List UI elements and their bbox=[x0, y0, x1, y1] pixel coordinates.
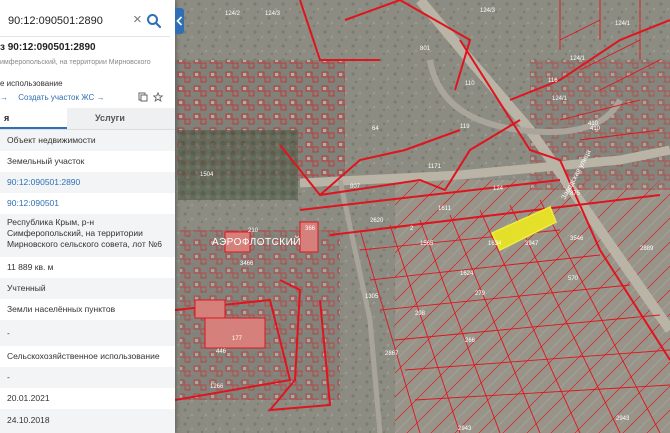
parcel-label: 1634 bbox=[488, 241, 502, 247]
parcel-label: 124/1 bbox=[552, 96, 568, 102]
parcel-label: 124 bbox=[493, 186, 504, 192]
parcel-label: 279 bbox=[475, 291, 486, 297]
tree-area bbox=[178, 130, 298, 200]
tab-info[interactable]: я bbox=[0, 108, 67, 129]
parcel-label: 1504 bbox=[200, 172, 214, 178]
tab-services-label: Услуги bbox=[95, 113, 125, 123]
parcel-label: 807 bbox=[350, 184, 361, 190]
parcel-label: 119 bbox=[460, 124, 470, 130]
list-item: - bbox=[0, 367, 175, 388]
parcel-label: 2867 bbox=[385, 351, 399, 357]
parcel-label: 116 bbox=[548, 78, 558, 84]
create-parcel-link[interactable]: Создать участок ЖС → bbox=[18, 93, 104, 102]
search-input[interactable]: 90:12:090501:2890 bbox=[8, 15, 103, 27]
parcel-label: 366 bbox=[305, 226, 316, 232]
list-item: Земельный участок bbox=[7, 156, 85, 166]
list-item: - bbox=[0, 320, 175, 346]
parcel-label: 3546 bbox=[570, 236, 584, 242]
info-panel: 90:12:090501:2890 × з 90:12:090501:2890 … bbox=[0, 0, 175, 433]
object-subtitle: имферопольский, на территории Мирновског… bbox=[0, 59, 151, 66]
parcel-label: 266 bbox=[465, 338, 476, 344]
parcel-label: 2620 bbox=[370, 218, 384, 224]
parcel-label: 210 bbox=[248, 228, 259, 234]
list-item-link[interactable]: 90:12:090501:2890 bbox=[0, 172, 175, 193]
parcel-label: 1611 bbox=[438, 206, 452, 212]
parcel-label: 1171 bbox=[428, 164, 442, 170]
parcel-label: 1305 bbox=[365, 294, 379, 300]
parcel-label: 2943 bbox=[616, 416, 630, 422]
parcel-label: 110 bbox=[465, 81, 475, 87]
permitted-use-label: е использование bbox=[0, 79, 63, 88]
chevron-left-icon bbox=[176, 16, 183, 26]
tab-services[interactable]: Услуги bbox=[67, 108, 175, 129]
tab-bar: я Услуги bbox=[0, 108, 175, 130]
list-item: Земли населённых пунктов bbox=[7, 304, 116, 314]
parcel-label: 124/3 bbox=[480, 8, 496, 14]
search-bar: 90:12:090501:2890 × bbox=[0, 6, 170, 37]
parcel-label: 1266 bbox=[210, 384, 224, 390]
parcel-label: 801 bbox=[420, 46, 431, 52]
list-item: 20.01.2021 bbox=[7, 393, 50, 403]
parcel-label: 64 bbox=[372, 126, 379, 132]
parcel-label: 1624 bbox=[460, 271, 474, 277]
parcel-label: 875 bbox=[570, 191, 581, 197]
arrow-link[interactable]: → bbox=[0, 93, 8, 102]
list-item: Сельскохозяйственное использование bbox=[7, 351, 160, 361]
parcel-label: 124/3 bbox=[265, 11, 281, 17]
list-item: 24.10.2018 bbox=[0, 409, 175, 433]
list-item: Республика Крым, р-н Симферопольский, на… bbox=[0, 214, 175, 257]
parcel-label: 124/1 bbox=[570, 56, 586, 62]
search-icon[interactable] bbox=[146, 13, 162, 29]
parcel-label: 3466 bbox=[240, 261, 254, 267]
parcel-label: 124/1 bbox=[615, 21, 631, 27]
parcel-label: 410 bbox=[590, 126, 601, 132]
list-item: 11 889 кв. м bbox=[7, 262, 54, 272]
parcel-label: 3947 bbox=[525, 241, 539, 247]
tab-info-label: я bbox=[4, 113, 10, 123]
collapse-panel-button[interactable] bbox=[175, 8, 184, 34]
parcel-label: 2889 bbox=[640, 246, 654, 252]
area-name-label: АЭРОФЛОТСКИЙ bbox=[212, 235, 301, 248]
object-title: з 90:12:090501:2890 bbox=[0, 42, 96, 53]
action-links: → Создать участок ЖС → bbox=[0, 93, 113, 102]
list-item-link[interactable]: 90:12:090501 bbox=[0, 193, 175, 214]
parcel-label: 570 bbox=[568, 276, 579, 282]
list-item: Учтенный bbox=[0, 278, 175, 299]
star-icon[interactable] bbox=[153, 92, 163, 102]
parcel-label: 1565 bbox=[420, 241, 434, 247]
parcel-label: 298 bbox=[415, 311, 426, 317]
parcel-label: 2943 bbox=[458, 426, 472, 432]
copy-icon[interactable] bbox=[138, 92, 148, 102]
close-icon[interactable]: × bbox=[133, 11, 142, 28]
parcel-label: 177 bbox=[232, 336, 243, 342]
parcel-label: 124/2 bbox=[225, 11, 241, 17]
list-item: Объект недвижимости bbox=[0, 130, 175, 151]
parcel-label: 446 bbox=[216, 349, 227, 355]
